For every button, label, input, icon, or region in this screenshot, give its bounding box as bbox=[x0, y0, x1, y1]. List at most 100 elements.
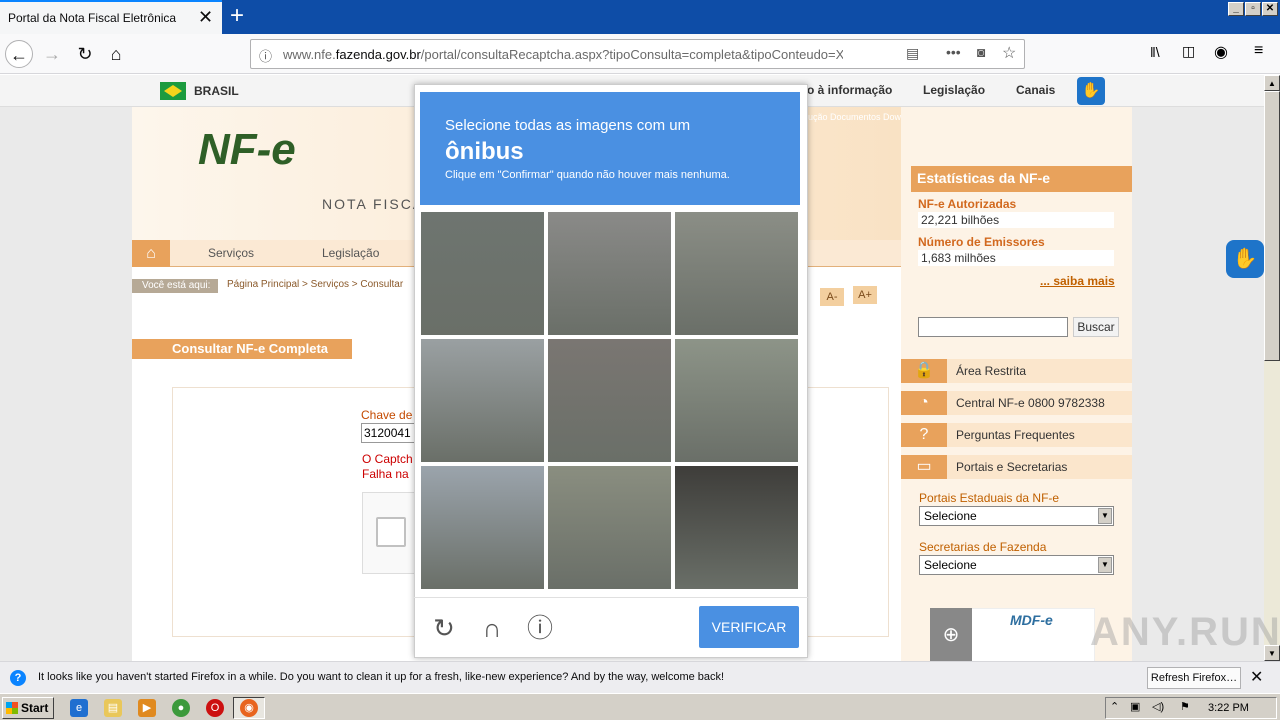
media-player-icon[interactable]: ▶ bbox=[138, 699, 156, 717]
chave-acesso-input[interactable]: 3120041 bbox=[361, 423, 421, 443]
scroll-up-icon[interactable]: ▲ bbox=[1264, 75, 1280, 91]
chevron-down-icon: ▼ bbox=[1098, 508, 1112, 524]
flag-icon[interactable]: ⚑ bbox=[1180, 700, 1190, 713]
refresh-firefox-button[interactable]: Refresh Firefox… bbox=[1147, 667, 1241, 689]
captcha-tile[interactable] bbox=[675, 339, 798, 462]
captcha-tile[interactable] bbox=[421, 466, 544, 589]
question-icon: ? bbox=[901, 423, 947, 447]
url-bar[interactable]: ⓘ www.nfe.fazenda.gov.br/portal/consulta… bbox=[250, 39, 1025, 69]
clock: 3:22 PM bbox=[1208, 702, 1249, 714]
stats-title: Estatísticas da NF-e bbox=[911, 166, 1132, 192]
account-icon[interactable]: ◉ bbox=[1214, 42, 1228, 62]
tab-title: Portal da Nota Fiscal Eletrônica bbox=[8, 11, 177, 25]
menu-servicos[interactable]: Serviços bbox=[208, 246, 254, 260]
sidebar-item-label[interactable]: Central NF-e 0800 9782338 bbox=[956, 396, 1105, 410]
menu-legislacao[interactable]: Legislação bbox=[322, 246, 379, 260]
info-icon[interactable]: ⓘ bbox=[524, 612, 556, 644]
close-icon[interactable]: ✕ bbox=[1250, 667, 1263, 687]
recaptcha-checkbox[interactable] bbox=[376, 517, 406, 547]
opera-icon[interactable]: O bbox=[206, 699, 224, 717]
captcha-tile[interactable] bbox=[548, 466, 671, 589]
site-info-icon[interactable]: ⓘ bbox=[259, 46, 272, 65]
breadcrumb[interactable]: Página Principal > Serviços > Consultar bbox=[227, 279, 403, 290]
notification-text: It looks like you haven't started Firefo… bbox=[38, 671, 725, 683]
captcha-tile[interactable] bbox=[421, 212, 544, 335]
restore-button[interactable]: ▫ bbox=[1245, 2, 1261, 16]
home-tab-icon[interactable]: ⌂ bbox=[132, 240, 170, 267]
search-button[interactable]: Buscar bbox=[1073, 317, 1119, 337]
window-icon: ▭ bbox=[901, 455, 947, 479]
reload-challenge-icon[interactable]: ↻ bbox=[428, 612, 460, 644]
sidebar-icon[interactable]: ◫ bbox=[1182, 43, 1195, 60]
autorizadas-label: NF-e Autorizadas bbox=[918, 197, 1017, 211]
secretarias-label: Secretarias de Fazenda bbox=[919, 540, 1047, 554]
captcha-error-2: Falha na bbox=[362, 467, 409, 481]
new-tab-icon[interactable]: + bbox=[230, 2, 244, 30]
reload-icon[interactable]: ↻ bbox=[71, 40, 99, 68]
captcha-tile[interactable] bbox=[675, 466, 798, 589]
network-icon[interactable]: ▣ bbox=[1130, 700, 1140, 713]
url-text: www.nfe.fazenda.gov.br/portal/consultaRe… bbox=[283, 47, 843, 62]
home-icon[interactable]: ⌂ bbox=[102, 40, 130, 68]
captcha-tile[interactable] bbox=[675, 212, 798, 335]
accessibility-widget-icon[interactable]: ✋ bbox=[1226, 240, 1264, 278]
chevron-down-icon: ▼ bbox=[1098, 557, 1112, 573]
menu-icon[interactable]: ≡ bbox=[1254, 42, 1263, 60]
search-input[interactable] bbox=[918, 317, 1068, 337]
scroll-thumb[interactable] bbox=[1264, 91, 1280, 361]
font-decrease-button[interactable]: A- bbox=[820, 288, 844, 306]
sidebar-item-label[interactable]: Perguntas Frequentes bbox=[956, 428, 1075, 442]
start-button[interactable]: Start bbox=[2, 697, 54, 719]
breadcrumb-label: Você está aqui: bbox=[132, 279, 218, 293]
canais-link[interactable]: Canais bbox=[1016, 83, 1055, 97]
sidebar-item-label[interactable]: Portais e Secretarias bbox=[956, 460, 1067, 474]
captcha-tile[interactable] bbox=[548, 339, 671, 462]
page-actions-icon[interactable]: ••• bbox=[946, 44, 961, 60]
portais-select-value: Selecione bbox=[924, 509, 977, 523]
tab-close-icon[interactable]: ✕ bbox=[198, 7, 213, 28]
firefox-taskbar-button[interactable]: ◉ bbox=[233, 697, 265, 719]
chrome-icon[interactable]: ● bbox=[172, 699, 190, 717]
forward-arrow-icon[interactable]: → bbox=[38, 40, 66, 68]
bookmark-star-icon[interactable]: ☆ bbox=[1002, 43, 1016, 63]
verify-button[interactable]: VERIFICAR bbox=[699, 606, 799, 648]
accessibility-hands-icon[interactable]: ✋ bbox=[1077, 77, 1105, 105]
volume-icon[interactable]: ◁) bbox=[1152, 700, 1164, 713]
navigation-bar: ← → ↻ ⌂ ⓘ www.nfe.fazenda.gov.br/portal/… bbox=[0, 34, 1280, 74]
autorizadas-value: 22,221 bilhões bbox=[918, 212, 1114, 228]
captcha-footer-divider bbox=[414, 597, 808, 598]
mdfe-logo: MDF-e bbox=[1010, 612, 1053, 628]
captcha-tile[interactable] bbox=[421, 339, 544, 462]
browser-tab[interactable]: Portal da Nota Fiscal Eletrônica ✕ bbox=[0, 0, 222, 34]
phone-icon: ◔ bbox=[901, 391, 947, 415]
reader-view-icon[interactable]: ▤ bbox=[906, 45, 919, 62]
legislacao-link[interactable]: Legislação bbox=[923, 83, 985, 97]
explorer-icon[interactable]: ▤ bbox=[104, 699, 122, 717]
minimize-button[interactable]: _ bbox=[1228, 2, 1244, 16]
sidebar-item-label[interactable]: Área Restrita bbox=[956, 364, 1026, 378]
firefox-notification-bar: ? It looks like you haven't started Fire… bbox=[0, 661, 1280, 693]
portais-select[interactable]: Selecione ▼ bbox=[919, 506, 1114, 526]
window-close-button[interactable]: ✕ bbox=[1262, 2, 1278, 16]
brasil-link[interactable]: BRASIL bbox=[194, 84, 239, 98]
library-icon[interactable]: ‖\ bbox=[1150, 44, 1160, 60]
page-title: Consultar NF-e Completa bbox=[172, 341, 329, 356]
portais-label: Portais Estaduais da NF-e bbox=[919, 491, 1060, 505]
emissores-value: 1,683 milhões bbox=[918, 250, 1114, 266]
font-increase-button[interactable]: A+ bbox=[853, 286, 877, 304]
tray-expand-icon[interactable]: ⌃ bbox=[1110, 700, 1119, 713]
audio-challenge-icon[interactable]: ∩ bbox=[476, 612, 508, 644]
anyrun-watermark: ANY.RUN bbox=[1090, 610, 1280, 654]
ie-icon[interactable]: e bbox=[70, 699, 88, 717]
captcha-hint-text: Clique em "Confirmar" quando não houver … bbox=[445, 169, 730, 181]
captcha-instruction-text: Selecione todas as imagens com um bbox=[445, 117, 691, 134]
chave-label: Chave de bbox=[361, 408, 413, 422]
acesso-informacao-link[interactable]: o à informação bbox=[807, 83, 892, 97]
secretarias-select[interactable]: Selecione ▼ bbox=[919, 555, 1114, 575]
saiba-mais-link[interactable]: ... saiba mais bbox=[1040, 274, 1115, 288]
captcha-tile[interactable] bbox=[548, 212, 671, 335]
windows-taskbar: Start e ▤ ▶ ● O ◉ ⌃ ▣ ◁) ⚑ 3:22 PM bbox=[0, 693, 1280, 720]
captcha-error-1: O Captch bbox=[362, 452, 413, 466]
back-arrow-icon[interactable]: ← bbox=[5, 40, 33, 68]
pocket-icon[interactable]: ◙ bbox=[977, 44, 985, 60]
